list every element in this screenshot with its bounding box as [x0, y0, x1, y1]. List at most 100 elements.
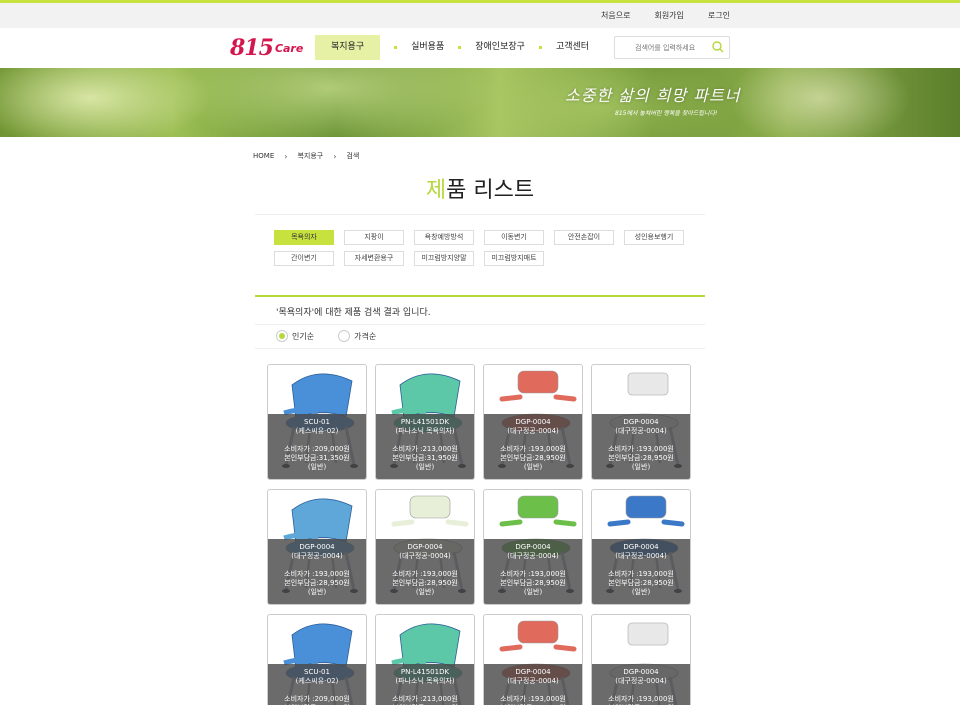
product-card[interactable]: PN-L41501DK (파나소닉 목욕의자) 소비자가 :213,000원 본…: [375, 614, 475, 705]
product-type: (일반): [631, 588, 651, 596]
product-card[interactable]: DGP-0004 (대구정공-0004) 소비자가 :193,000원 본인부담…: [591, 614, 691, 705]
product-card[interactable]: SCU-01 (케스씨유-02) 소비자가 :209,000원 본인부담금:31…: [267, 614, 367, 705]
product-info-overlay: DGP-0004 (대구정공-0004) 소비자가 :193,000원 본인부담…: [592, 414, 690, 479]
sort-popular[interactable]: 인기순: [276, 330, 314, 342]
product-card[interactable]: DGP-0004 (대구정공-0004) 소비자가 :193,000원 본인부담…: [483, 364, 583, 480]
breadcrumb-home[interactable]: HOME: [253, 152, 274, 160]
product-maker: (대구정공-0004): [615, 427, 667, 435]
product-copay: 본인부담금:28,950원: [608, 579, 674, 587]
category-commode[interactable]: 이동변기: [484, 230, 544, 245]
product-price: 소비자가 :193,000원: [608, 695, 674, 703]
product-card[interactable]: DGP-0004 (대구정공-0004) 소비자가 :193,000원 본인부담…: [267, 489, 367, 605]
product-copay: 본인부담금:28,950원: [284, 579, 350, 587]
breadcrumb-category[interactable]: 복지용구: [297, 151, 323, 161]
category-bath-chair[interactable]: 목욕의자: [274, 230, 334, 245]
product-info-overlay: DGP-0004 (대구정공-0004) 소비자가 :193,000원 본인부담…: [592, 664, 690, 705]
nav-item-silver[interactable]: 실버용품: [411, 35, 444, 60]
search-box: [614, 36, 730, 59]
search-icon[interactable]: [712, 41, 724, 53]
product-info-overlay: DGP-0004 (대구정공-0004) 소비자가 :193,000원 본인부담…: [592, 539, 690, 604]
nav-item-welfare[interactable]: 복지용구: [315, 35, 381, 60]
nav-item-disability[interactable]: 장애인보장구: [475, 35, 525, 60]
product-maker: (대구정공-0004): [291, 552, 343, 560]
product-card[interactable]: DGP-0004 (대구정공-0004) 소비자가 :193,000원 본인부담…: [591, 489, 691, 605]
search-input[interactable]: [615, 37, 705, 58]
product-copay: 본인부담금:28,950원: [500, 454, 566, 462]
product-info-overlay: PN-L41501DK (파나소닉 목욕의자) 소비자가 :213,000원 본…: [376, 664, 474, 705]
product-copay: 본인부담금:28,950원: [608, 454, 674, 462]
category-portable-toilet[interactable]: 간이변기: [274, 251, 334, 266]
nav-separator-dot: [458, 46, 462, 49]
nav-separator-dot: [394, 46, 398, 49]
breadcrumb-current: 검색: [346, 152, 360, 160]
radio-unchecked-icon[interactable]: [338, 330, 351, 342]
category-cane[interactable]: 지팡이: [344, 230, 404, 245]
product-maker: (파나소닉 목욕의자): [395, 427, 455, 435]
product-type: (일반): [415, 463, 435, 471]
product-type: (일반): [415, 588, 435, 596]
product-code: PN-L41501DK: [400, 418, 450, 426]
product-card[interactable]: PN-L41501DK (파나소닉 목욕의자) 소비자가 :213,000원 본…: [375, 364, 475, 480]
sort-price[interactable]: 가격순: [338, 330, 376, 342]
logo-number: 815: [230, 35, 274, 61]
product-info-overlay: DGP-0004 (대구정공-0004) 소비자가 :193,000원 본인부담…: [484, 414, 582, 479]
category-nonslip-mat[interactable]: 미끄럼방지매트: [484, 251, 544, 266]
product-type: (일반): [307, 588, 327, 596]
header: 815 Care 복지용구 실버용품 장애인보장구 고객센터: [0, 28, 960, 68]
product-price: 소비자가 :193,000원: [284, 570, 350, 578]
search-result-text: '목욕의자'에 대한 제품 검색 결과 입니다.: [276, 308, 431, 318]
product-info-overlay: DGP-0004 (대구정공-0004) 소비자가 :193,000원 본인부담…: [268, 539, 366, 604]
login-link[interactable]: 로그인: [708, 10, 730, 21]
product-price: 소비자가 :193,000원: [500, 695, 566, 703]
product-card[interactable]: DGP-0004 (대구정공-0004) 소비자가 :193,000원 본인부담…: [483, 614, 583, 705]
home-link[interactable]: 처음으로: [601, 10, 630, 21]
page-title-highlight: 제: [425, 178, 447, 203]
category-row: 목욕의자 지팡이 욕창예방방석 이동변기 안전손잡이 성인용보행기: [274, 230, 694, 245]
hero-banner: 소중한 삶의 희망 파트너 815에서 놓쳐버린 행복을 찾아드립니다!: [0, 68, 960, 137]
signup-link[interactable]: 회원가입: [654, 10, 683, 21]
product-copay: 본인부담금:31,350원: [284, 454, 350, 462]
product-code: DGP-0004: [623, 543, 659, 551]
category-cushion[interactable]: 욕창예방방석: [414, 230, 474, 245]
product-price: 소비자가 :193,000원: [500, 445, 566, 453]
product-price: 소비자가 :209,000원: [284, 695, 350, 703]
nav-item-support[interactable]: 고객센터: [556, 35, 589, 60]
category-filter: 목욕의자 지팡이 욕창예방방석 이동변기 안전손잡이 성인용보행기 간이변기 자…: [274, 230, 694, 272]
product-info-overlay: DGP-0004 (대구정공-0004) 소비자가 :193,000원 본인부담…: [376, 539, 474, 604]
product-price: 소비자가 :213,000원: [392, 445, 458, 453]
radio-checked-icon[interactable]: [276, 330, 288, 342]
chevron-right-icon: ›: [333, 151, 337, 161]
product-card[interactable]: DGP-0004 (대구정공-0004) 소비자가 :193,000원 본인부담…: [375, 489, 475, 605]
divider: [255, 324, 705, 325]
product-maker: (대구정공-0004): [507, 677, 559, 685]
category-posture[interactable]: 자세변환용구: [344, 251, 404, 266]
product-code: DGP-0004: [515, 543, 551, 551]
page-title: 제품 리스트: [0, 172, 960, 204]
product-card[interactable]: DGP-0004 (대구정공-0004) 소비자가 :193,000원 본인부담…: [591, 364, 691, 480]
product-code: DGP-0004: [407, 543, 443, 551]
product-type: (일반): [523, 588, 543, 596]
product-price: 소비자가 :193,000원: [500, 570, 566, 578]
product-card[interactable]: DGP-0004 (대구정공-0004) 소비자가 :193,000원 본인부담…: [483, 489, 583, 605]
product-info-overlay: PN-L41501DK (파나소닉 목욕의자) 소비자가 :213,000원 본…: [376, 414, 474, 479]
category-walker[interactable]: 성인용보행기: [624, 230, 684, 245]
product-code: DGP-0004: [623, 668, 659, 676]
category-nonslip-socks[interactable]: 미끄럼방지양말: [414, 251, 474, 266]
main-nav: 복지용구 실버용품 장애인보장구 고객센터: [315, 35, 589, 60]
product-price: 소비자가 :193,000원: [608, 570, 674, 578]
banner-slogan: 소중한 삶의 희망 파트너: [565, 86, 741, 105]
product-maker: (대구정공-0004): [399, 552, 451, 560]
product-code: DGP-0004: [515, 668, 551, 676]
product-card[interactable]: SCU-01 (케스씨유-02) 소비자가 :209,000원 본인부담금:31…: [267, 364, 367, 480]
product-info-overlay: SCU-01 (케스씨유-02) 소비자가 :209,000원 본인부담금:31…: [268, 414, 366, 479]
logo[interactable]: 815 Care: [230, 34, 303, 60]
chevron-right-icon: ›: [284, 151, 288, 161]
category-safety-handle[interactable]: 안전손잡이: [554, 230, 614, 245]
divider: [255, 348, 705, 349]
